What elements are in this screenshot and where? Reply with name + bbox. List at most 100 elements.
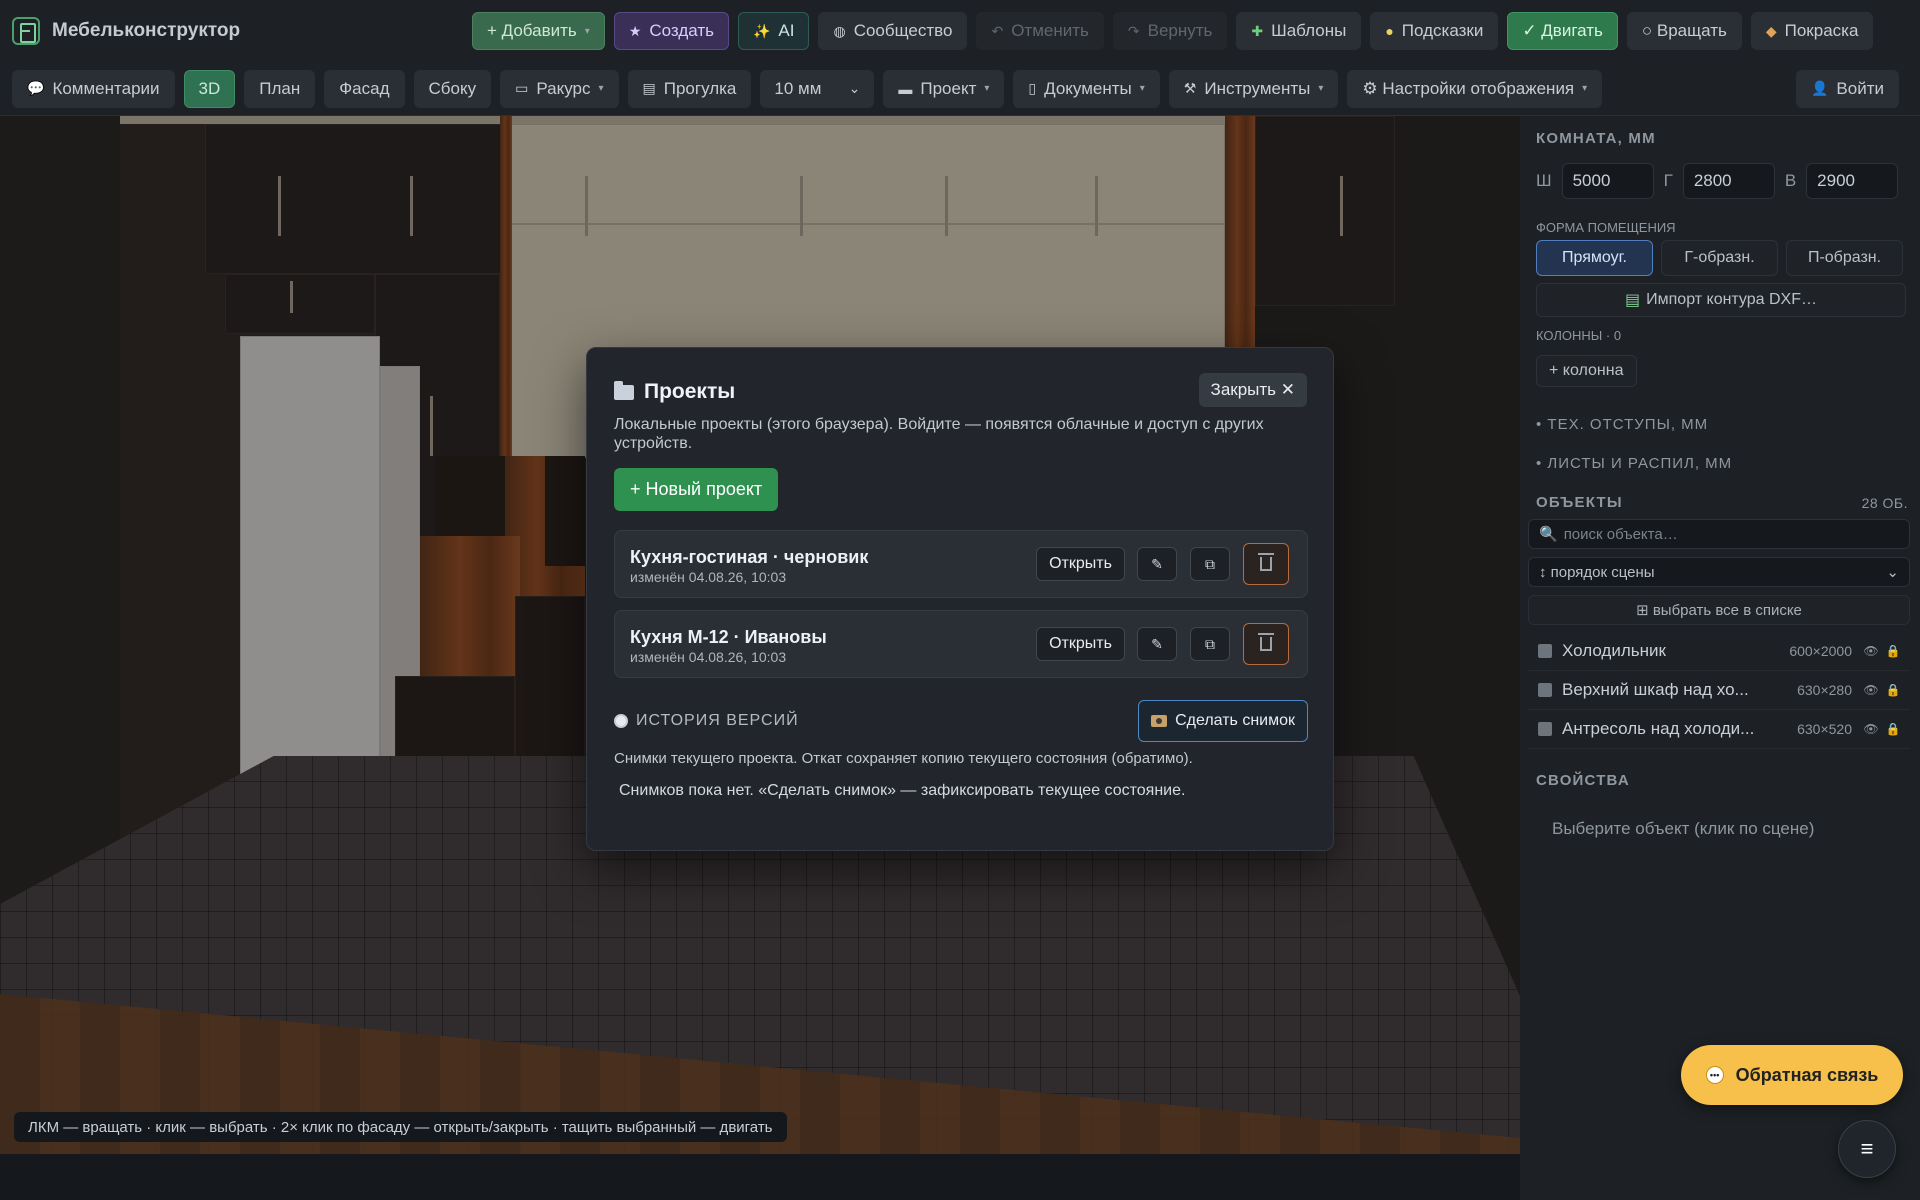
angle-button[interactable]: ▭ Ракурс ▾ (500, 69, 619, 108)
shape-u-button[interactable]: П-образн. (1786, 240, 1903, 276)
walk-button[interactable]: ▤ Прогулка (627, 69, 752, 108)
visibility-eye-icon[interactable]: 👁 (1860, 722, 1882, 736)
hints-button[interactable]: ● Подсказки (1370, 12, 1499, 50)
display-settings-button[interactable]: ⚙ Настройки отображения ▾ (1347, 69, 1603, 108)
import-dxf-label: Импорт контура DXF… (1646, 291, 1817, 308)
feedback-label: Обратная связь (1735, 1064, 1879, 1085)
object-icon (1538, 644, 1552, 658)
step-select[interactable]: 10 мм ⌄ (760, 69, 875, 108)
scene-order-select[interactable]: ↕ порядок сцены ⌄ (1528, 557, 1910, 587)
view-facade-tab[interactable]: Фасад (324, 69, 405, 108)
room-height-input[interactable]: 2900 (1806, 163, 1899, 199)
rotate-mode-button[interactable]: ○ Вращать (1626, 12, 1742, 50)
depth-label: Г (1663, 171, 1673, 190)
comments-button[interactable]: 💬 Комментарии (12, 69, 175, 108)
sheets-section[interactable]: • ЛИСТЫ И РАСПИЛ, ММ (1536, 455, 1732, 472)
shape-rect-button[interactable]: Прямоуг. (1536, 240, 1653, 276)
chat-bubble-icon: ••• (1705, 1066, 1724, 1084)
step-value: 10 мм (774, 78, 822, 98)
camera-icon (1151, 715, 1168, 727)
object-name: Верхний шкаф над хо... (1562, 680, 1749, 699)
documents-menu-button[interactable]: ▯ Документы ▾ (1013, 69, 1160, 108)
caret-down-icon: ▾ (1139, 83, 1145, 94)
redo-button[interactable]: ↷ Вернуть (1112, 12, 1228, 50)
room-depth-input[interactable]: 2800 (1682, 163, 1775, 199)
objects-count: 28 ОБ. (1861, 494, 1908, 511)
close-button[interactable]: Закрыть ✕ (1198, 373, 1307, 407)
move-label: ✓ Двигать (1522, 21, 1603, 40)
puzzle-icon: ✚ (1251, 22, 1264, 39)
duplicate-button[interactable]: ⧉ (1190, 547, 1230, 581)
room-width-input[interactable]: 5000 (1561, 163, 1654, 199)
camera-angle-icon: ▭ (515, 80, 529, 96)
list-item[interactable]: Холодильник 600×2000 👁 🔒 (1528, 632, 1910, 671)
add-column-button[interactable]: + колонна (1536, 355, 1637, 387)
view-side-label: Сбоку (428, 78, 477, 98)
documents-label: Документы (1044, 78, 1132, 98)
view-3d-tab[interactable]: 3D (183, 69, 236, 108)
project-name: Кухня М-12 · Ивановы (630, 627, 827, 647)
room-shape-selector: Прямоуг. Г-образн. П-образн. (1536, 240, 1903, 276)
folder-icon: ▬ (898, 80, 913, 97)
object-icon (1538, 683, 1552, 697)
lock-icon[interactable]: 🔒 (1882, 644, 1904, 658)
rename-button[interactable]: ✎ (1137, 627, 1177, 661)
templates-button[interactable]: ✚ Шаблоны (1236, 12, 1362, 50)
create-label: Создать (649, 21, 714, 40)
projects-modal: Проекты Закрыть ✕ Локальные проекты (это… (586, 347, 1334, 851)
tech-offsets-section[interactable]: • ТЕХ. ОТСТУПЫ, ММ (1536, 416, 1708, 433)
search-placeholder: поиск объекта… (1563, 525, 1678, 543)
viewport-hint: ЛКМ — вращать · клик — выбрать · 2× клик… (14, 1112, 787, 1142)
properties-title: СВОЙСТВА (1536, 772, 1630, 789)
import-dxf-button[interactable]: ▤ Импорт контура DXF… (1536, 283, 1906, 317)
copy-icon: ⧉ (1205, 635, 1215, 652)
menu-fab-button[interactable]: ≡ (1838, 1120, 1896, 1178)
view-side-tab[interactable]: Сбоку (413, 69, 492, 108)
objects-list: Холодильник 600×2000 👁 🔒 Верхний шкаф на… (1528, 632, 1910, 749)
visibility-eye-icon[interactable]: 👁 (1860, 644, 1882, 658)
lock-icon[interactable]: 🔒 (1882, 722, 1904, 736)
caret-down-icon: ▾ (584, 25, 590, 37)
version-history-label: ИСТОРИЯ ВЕРСИЙ (636, 712, 799, 729)
snapshot-button[interactable]: Сделать снимок (1138, 700, 1308, 742)
visibility-eye-icon[interactable]: 👁 (1860, 683, 1882, 697)
project-card: Кухня М-12 · Ивановы изменён 04.08.26, 1… (614, 610, 1308, 678)
new-project-button[interactable]: + Новый проект (614, 468, 779, 511)
add-button[interactable]: + Добавить ▾ (472, 12, 605, 50)
create-button[interactable]: ★ Создать (613, 12, 729, 50)
open-project-button[interactable]: Открыть (1036, 627, 1125, 661)
object-size: 630×280 (1797, 682, 1852, 698)
duplicate-button[interactable]: ⧉ (1190, 627, 1230, 661)
feedback-button[interactable]: ••• Обратная связь (1681, 1045, 1903, 1105)
delete-button[interactable] (1243, 543, 1289, 585)
open-project-button[interactable]: Открыть (1036, 547, 1125, 581)
view-plan-tab[interactable]: План (244, 69, 316, 108)
trash-icon (1258, 553, 1274, 571)
rename-button[interactable]: ✎ (1137, 547, 1177, 581)
tools-label: Инструменты (1204, 78, 1311, 98)
project-menu-button[interactable]: ▬ Проект ▾ (883, 69, 1005, 108)
shape-l-button[interactable]: Г-образн. (1661, 240, 1778, 276)
paint-mode-button[interactable]: ◆ Покраска (1750, 12, 1874, 50)
delete-button[interactable] (1243, 623, 1289, 665)
view-plan-label: План (259, 78, 301, 98)
folder-icon (614, 380, 634, 400)
ai-button[interactable]: ✨ AI (737, 12, 810, 50)
list-item[interactable]: Антресоль над холоди... 630×520 👁 🔒 (1528, 710, 1910, 749)
scene-order-value: ↕ порядок сцены (1539, 563, 1655, 581)
lock-icon[interactable]: 🔒 (1882, 683, 1904, 697)
undo-button[interactable]: ↶ Отменить (976, 12, 1104, 50)
community-button[interactable]: ◍ Сообщество (818, 12, 968, 50)
version-history-title: ИСТОРИЯ ВЕРСИЙ (614, 712, 799, 730)
object-search-input[interactable]: 🔍 поиск объекта… (1528, 519, 1910, 549)
object-name: Антресоль над холоди... (1562, 719, 1755, 738)
select-all-button[interactable]: ⊞ выбрать все в списке (1528, 595, 1910, 625)
project-modified: изменён 04.08.26, 10:03 (630, 649, 787, 665)
caret-down-icon: ▾ (1318, 83, 1324, 94)
tools-menu-button[interactable]: ⚒ Инструменты ▾ (1168, 69, 1339, 108)
move-mode-button[interactable]: ✓ Двигать (1507, 12, 1618, 50)
login-button[interactable]: 👤 Войти (1795, 69, 1899, 108)
objects-title: ОБЪЕКТЫ (1536, 494, 1623, 511)
undo-icon: ↶ (991, 22, 1004, 39)
list-item[interactable]: Верхний шкаф над хо... 630×280 👁 🔒 (1528, 671, 1910, 710)
